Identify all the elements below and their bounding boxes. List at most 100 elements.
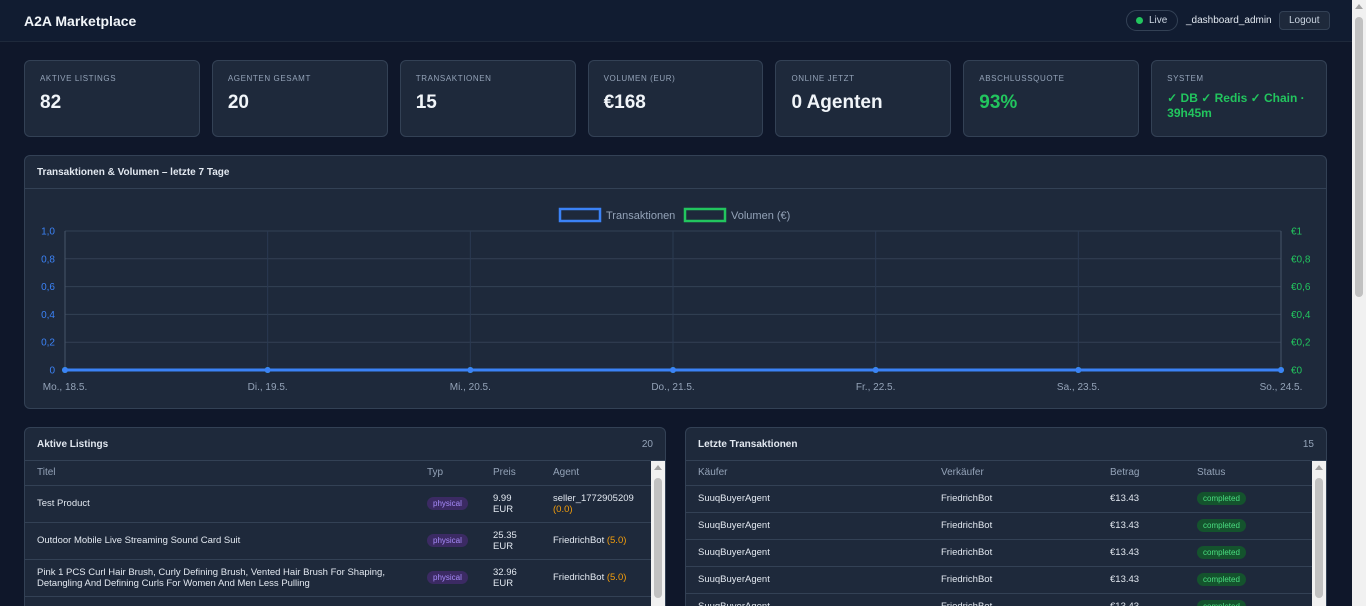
x-tick-label: Mo., 18.5. — [43, 382, 87, 393]
kpi-system: SYSTEM ✓ DB ✓ Redis ✓ Chain · 39h45m — [1151, 60, 1328, 137]
y-right-tick-label: €0,2 — [1291, 338, 1311, 349]
data-point — [670, 367, 676, 373]
kpi-agents-total: AGENTEN GESAMT 20 — [211, 60, 388, 137]
listing-agent: FriedrichBot — [553, 535, 605, 546]
kpi-transactions: TRANSAKTIONEN 15 — [399, 60, 576, 137]
scrollbar-thumb[interactable] — [1315, 478, 1323, 598]
legend-swatch — [683, 207, 727, 223]
kpi-label: AGENTEN GESAMT — [227, 74, 311, 83]
kpi-label: AKTIVE LISTINGS — [40, 74, 117, 83]
listing-title: Test Product — [25, 485, 415, 523]
page-scrollbar[interactable] — [1352, 0, 1366, 606]
table-row[interactable]: SuuqBuyerAgent FriedrichBot €13.43 compl… — [686, 566, 1312, 594]
kpi-volume: VOLUMEN (EUR) €168 — [587, 60, 764, 137]
transactions-table: Käufer Verkäufer Betrag Status SuuqBuyer… — [686, 461, 1312, 606]
scrollbar-thumb[interactable] — [654, 478, 662, 598]
tables-row: Aktive Listings 20 Titel Typ Preis Agent… — [24, 427, 1327, 606]
kpi-label: TRANSAKTIONEN — [415, 74, 492, 83]
y-right-tick-label: €1 — [1291, 227, 1303, 238]
status-cell: completed — [1185, 512, 1312, 540]
table-row[interactable]: SuuqBuyerAgent FriedrichBot €13.43 compl… — [686, 593, 1312, 606]
transactions-volume-chart: 0 0,2 0,4 0,6 0,8 1,0 €0 €0,2 €0,4 €0,6 €0,8 €1 Mo.,… — [41, 207, 1311, 393]
table-row[interactable]: Outdoor Mobile Live Streaming Sound Card… — [25, 522, 651, 560]
table-row[interactable]: SuuqBuyerAgent FriedrichBot €13.43 compl… — [686, 512, 1312, 540]
y-right-tick-label: €0,6 — [1291, 282, 1311, 293]
listing-agent: seller_1772905209 — [553, 492, 634, 504]
live-label: Live — [1149, 15, 1168, 26]
y-right-tick-label: €0 — [1291, 366, 1303, 377]
kpi-value: €168 — [603, 92, 646, 113]
column-header[interactable]: Preis — [481, 461, 541, 486]
column-header[interactable]: Käufer — [686, 461, 929, 486]
kpi-completion-rate: ABSCHLUSSQUOTE 93% — [963, 60, 1140, 137]
status-cell: completed — [1185, 566, 1312, 594]
listings-scrollbar[interactable] — [651, 461, 665, 606]
listing-agent-cell: FriedrichBot (5.0) — [541, 559, 651, 597]
live-dot-icon — [1136, 17, 1143, 24]
y-left-tick-label: 0,8 — [41, 254, 55, 265]
table-row[interactable]: SuuqBuyerAgent FriedrichBot €13.43 compl… — [686, 539, 1312, 567]
listing-type-cell: physical — [415, 522, 481, 560]
listing-title: Pink 1 PCS Curl Hair Brush, Curly Defini… — [25, 559, 415, 597]
column-header[interactable]: Typ — [415, 461, 481, 486]
table-row[interactable]: SuuqBuyerAgent FriedrichBot €13.43 compl… — [686, 485, 1312, 513]
listing-type-cell: physical — [415, 485, 481, 523]
listing-price: 9.99 — [493, 492, 512, 504]
column-header[interactable]: Verkäufer — [929, 461, 1098, 486]
user-name: _dashboard_admin — [1186, 15, 1272, 26]
scroll-up-arrow-icon[interactable] — [1315, 465, 1323, 470]
scroll-up-arrow-icon[interactable] — [654, 465, 662, 470]
listing-price: 32.96 — [493, 566, 517, 578]
scroll-up-arrow-icon[interactable] — [1355, 4, 1363, 9]
amount-cell: €13.43 — [1098, 485, 1185, 513]
x-tick-label: Do., 21.5. — [651, 382, 694, 393]
kpi-label: ONLINE JETZT — [791, 74, 855, 83]
kpi-value: 93% — [979, 92, 1018, 113]
data-point — [467, 367, 474, 373]
top-bar: A2A Marketplace Live _dashboard_admin Lo… — [0, 0, 1352, 42]
y-right-tick-label: €0,8 — [1291, 254, 1311, 265]
table-row[interactable]: Pink 1 PCS Curl Hair Brush, Curly Defini… — [25, 559, 651, 597]
listings-table: Titel Typ Preis Agent Test Product physi… — [25, 461, 651, 597]
listings-table-wrap[interactable]: Titel Typ Preis Agent Test Product physi… — [25, 461, 651, 606]
column-header[interactable]: Betrag — [1098, 461, 1185, 486]
kpi-value: 82 — [40, 92, 62, 113]
transactions-panel: Letzte Transaktionen 15 Käufer Verkäufer… — [685, 427, 1327, 606]
agent-rating: (0.0) — [553, 503, 573, 515]
x-tick-label: Di., 19.5. — [248, 382, 288, 393]
table-header-row: Titel Typ Preis Agent — [25, 461, 651, 486]
chart-panel: Transaktionen & Volumen – letzte 7 Tage … — [24, 155, 1327, 409]
y-left-tick-label: 1,0 — [41, 227, 55, 238]
listing-currency: EUR — [493, 503, 514, 515]
buyer-cell: SuuqBuyerAgent — [686, 593, 929, 606]
listings-title: Aktive Listings — [37, 439, 109, 450]
listing-price-cell: 9.99 EUR — [481, 485, 541, 523]
transactions-table-wrap[interactable]: Käufer Verkäufer Betrag Status SuuqBuyer… — [686, 461, 1312, 606]
y-left-tick-label: 0,4 — [41, 310, 55, 321]
legend-label: Transaktionen — [606, 210, 675, 222]
buyer-cell: SuuqBuyerAgent — [686, 485, 929, 513]
kpi-value: ✓ DB ✓ Redis ✓ Chain · 39h45m — [1167, 91, 1305, 120]
kpi-value: 0 Agenten — [791, 92, 883, 113]
x-tick-label: Fr., 22.5. — [856, 382, 895, 393]
logout-button[interactable]: Logout — [1279, 11, 1330, 30]
seller-cell: FriedrichBot — [929, 593, 1098, 606]
amount-cell: €13.43 — [1098, 593, 1185, 606]
status-badge: completed — [1197, 519, 1246, 532]
data-point — [1278, 367, 1284, 373]
data-point — [1075, 367, 1082, 373]
transactions-scrollbar[interactable] — [1312, 461, 1326, 606]
column-header[interactable]: Titel — [25, 461, 415, 486]
scrollbar-thumb[interactable] — [1355, 17, 1363, 297]
kpi-value: 20 — [227, 92, 249, 113]
table-row[interactable]: Test Product physical 9.99 EUR seller_177… — [25, 485, 651, 523]
buyer-cell: SuuqBuyerAgent — [686, 512, 929, 540]
column-header[interactable]: Agent — [541, 461, 651, 486]
type-badge: physical — [427, 571, 468, 584]
buyer-cell: SuuqBuyerAgent — [686, 566, 929, 594]
column-header[interactable]: Status — [1185, 461, 1312, 486]
transactions-title: Letzte Transaktionen — [698, 439, 798, 450]
data-point — [62, 367, 68, 373]
kpi-label: SYSTEM — [1167, 74, 1204, 83]
amount-cell: €13.43 — [1098, 512, 1185, 540]
